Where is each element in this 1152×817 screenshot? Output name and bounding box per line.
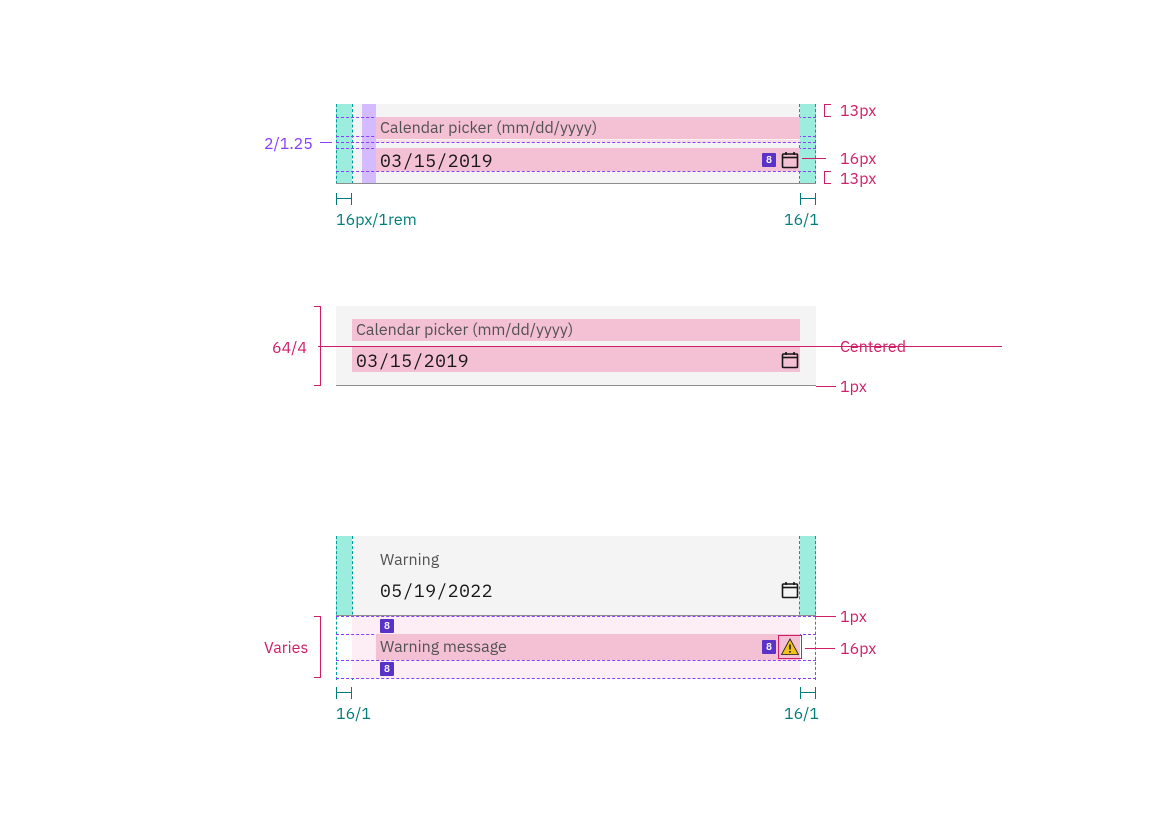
label-centered: Centered xyxy=(840,337,906,357)
label-icon-size: 16px xyxy=(840,149,876,169)
calendar-icon[interactable] xyxy=(780,350,800,375)
warning-message: Warning message xyxy=(380,638,507,656)
leader-border-bottom-3 xyxy=(816,616,836,617)
bracket-padding-right xyxy=(800,198,816,199)
spacing-badge-8-top: 8 xyxy=(380,619,394,633)
label-baseline-gap: 2/1.25 xyxy=(264,134,313,154)
calendar-icon[interactable] xyxy=(780,580,800,605)
label-padding-right: 16/1 xyxy=(784,210,819,230)
padding-right-highlight xyxy=(800,536,816,616)
warning-alt-icon xyxy=(780,637,800,657)
spacing-badge-8-icon: 8 xyxy=(762,640,776,654)
guide-v-outer-left xyxy=(336,104,337,184)
guide-h-helper-row-bottom xyxy=(336,660,816,661)
calendar-icon[interactable] xyxy=(780,150,800,175)
field-value[interactable]: 03/15/2019 xyxy=(356,350,469,372)
leader-warn-icon-size xyxy=(805,648,835,649)
padding-left-highlight xyxy=(336,104,352,184)
label-padding-right-3: 16/1 xyxy=(784,704,819,724)
label-padding-left: 16px/1rem xyxy=(336,210,417,230)
bracket-padding-right-3 xyxy=(800,692,816,693)
date-picker-spec-height: Calendar picker (mm/dd/yyyy) 03/15/2019 xyxy=(336,306,816,386)
label-divider xyxy=(376,140,800,142)
label-padding-left-3: 16/1 xyxy=(336,704,371,724)
text-start-band xyxy=(362,104,376,184)
tick-baseline-gap xyxy=(320,142,332,143)
bracket-padding-left-3 xyxy=(336,692,352,693)
label-helper-height: Varies xyxy=(264,638,308,658)
field-label: Calendar picker (mm/dd/yyyy) xyxy=(356,321,573,339)
field-value[interactable]: 05/19/2022 xyxy=(380,580,493,602)
label-border-bottom: 1px xyxy=(840,377,867,397)
spacing-badge-8-bottom: 8 xyxy=(380,662,394,676)
label-top-padding: 13px xyxy=(840,101,876,121)
guide-h-helper-bottom xyxy=(336,678,816,679)
field-surface xyxy=(336,104,816,184)
spacing-badge-8: 8 xyxy=(762,153,776,167)
field-border-bottom xyxy=(336,385,816,386)
label-border-bottom-3: 1px xyxy=(840,607,867,627)
label-warn-icon-size: 16px xyxy=(840,639,876,659)
label-bottom-padding: 13px xyxy=(840,169,876,189)
helper-region: 8 8 8 Warning message xyxy=(336,616,816,678)
guide-v-inner-left xyxy=(352,104,353,184)
field-value[interactable]: 03/15/2019 xyxy=(380,150,493,172)
field-border-bottom xyxy=(336,183,816,184)
leader-border-bottom xyxy=(816,386,836,387)
icon-bbox xyxy=(778,635,802,659)
field-label: Calendar picker (mm/dd/yyyy) xyxy=(380,119,597,137)
leader-icon-size xyxy=(802,158,826,159)
label-height: 64/4 xyxy=(272,338,307,358)
field-surface xyxy=(336,536,816,616)
date-picker-spec-padding: Calendar picker (mm/dd/yyyy) 03/15/2019 … xyxy=(336,104,816,184)
guide-h-helper-top xyxy=(336,616,816,617)
guide-v-outer-right xyxy=(815,104,816,184)
guide-h-divider xyxy=(336,142,816,143)
padding-left-highlight xyxy=(336,536,352,616)
bracket-top-padding xyxy=(824,104,825,117)
bracket-height xyxy=(320,306,321,386)
bracket-helper-height xyxy=(320,616,321,678)
padding-right-highlight xyxy=(800,104,816,184)
bracket-bottom-padding xyxy=(824,171,825,184)
field-label: Warning xyxy=(380,551,439,569)
bracket-padding-left xyxy=(336,198,352,199)
